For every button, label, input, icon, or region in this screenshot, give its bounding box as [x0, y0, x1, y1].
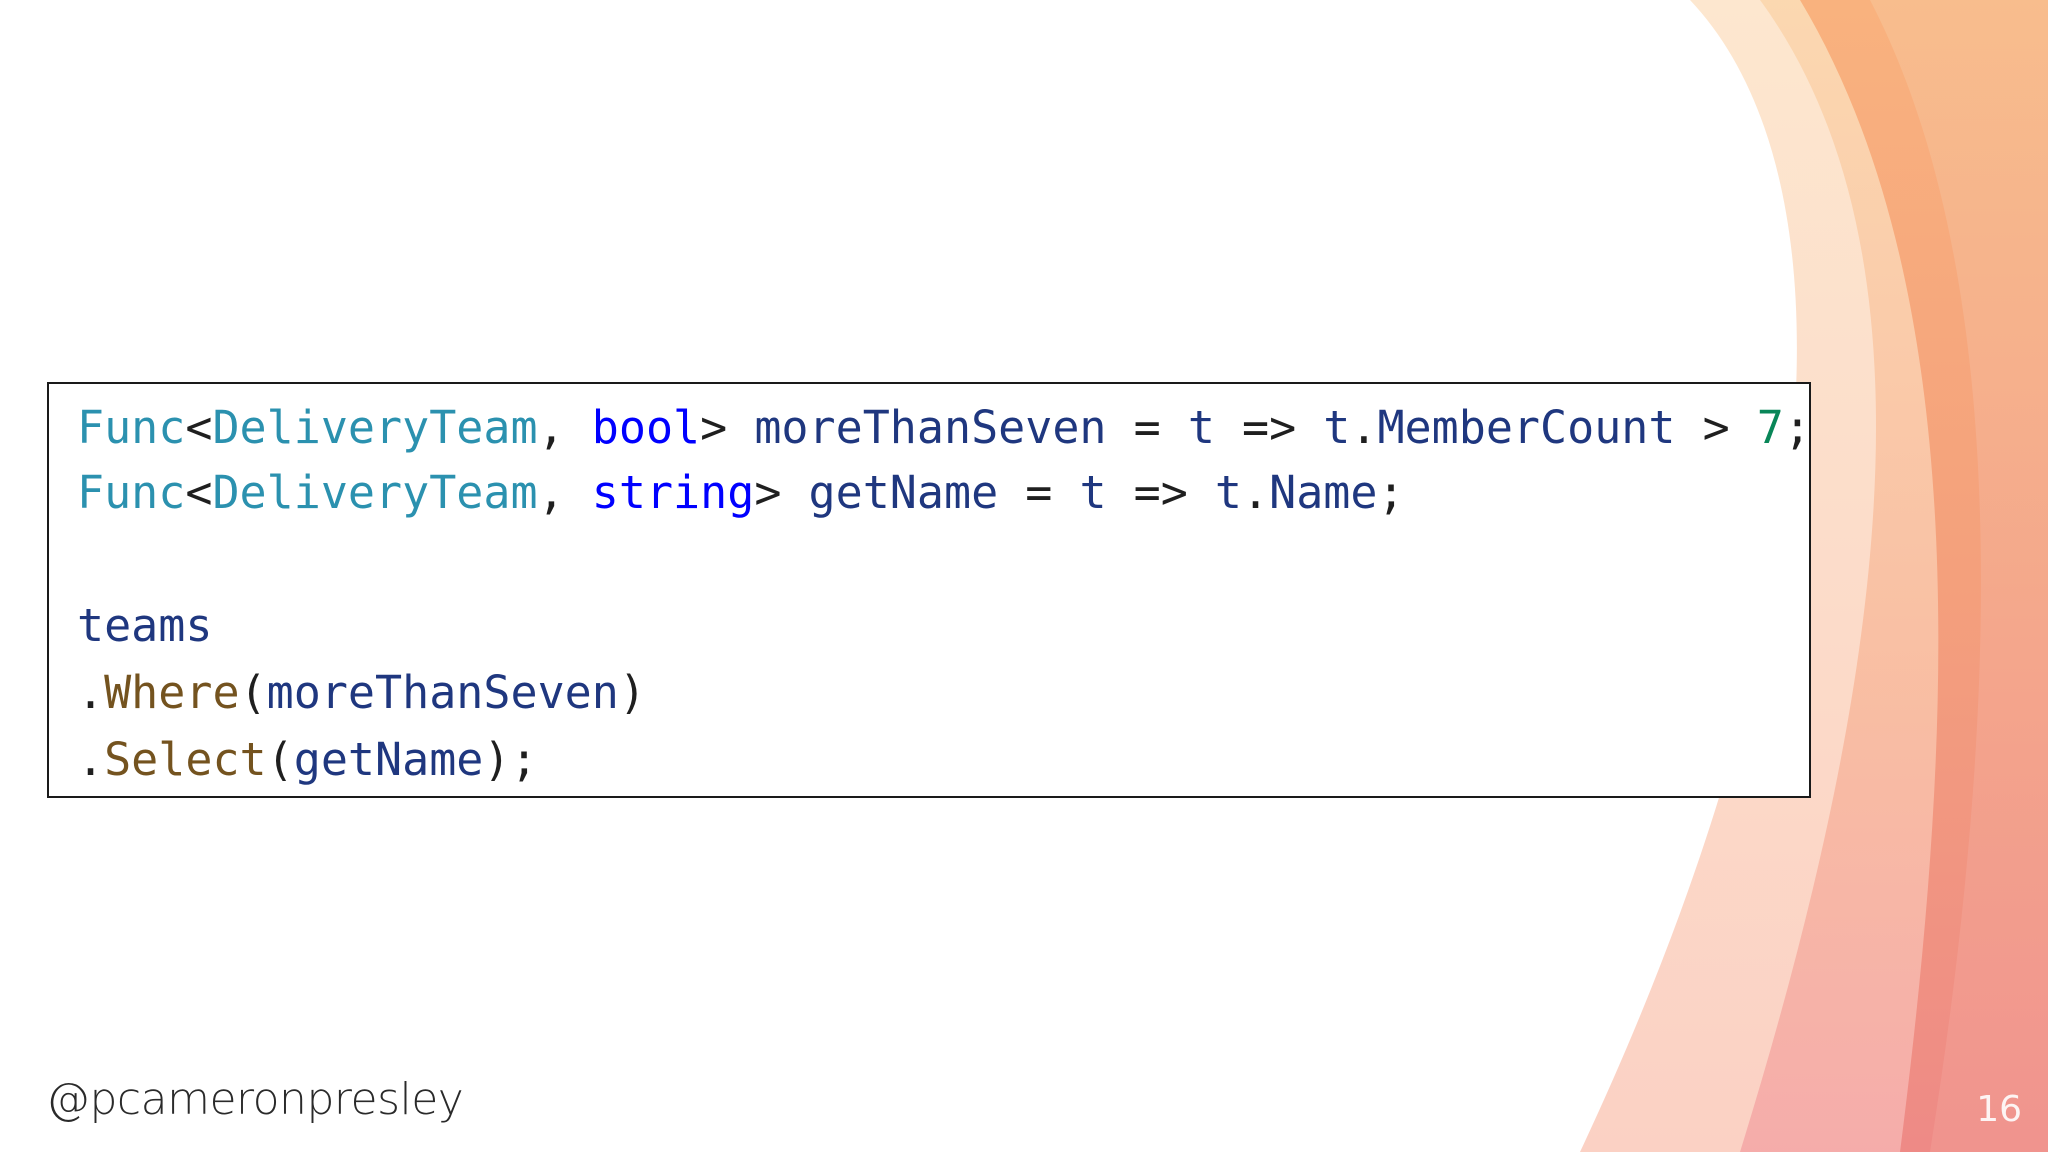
code-line: .Select(getName); [77, 730, 538, 790]
code-token-method: Select [104, 733, 267, 786]
code-token: ) [618, 666, 646, 719]
code-token: ; [1377, 466, 1405, 519]
code-token: . [77, 666, 105, 719]
code-token: ); [483, 733, 538, 786]
code-token: = [1106, 401, 1188, 454]
code-line: Func<DeliveryTeam, string> getName = t =… [77, 463, 1405, 523]
code-token-identifier: moreThanSeven [266, 666, 619, 719]
code-token-keyword: bool [591, 401, 701, 454]
code-token: . [1242, 466, 1270, 519]
code-token-identifier: t [1187, 401, 1215, 454]
slide: Func<DeliveryTeam, bool> moreThanSeven =… [0, 0, 2048, 1152]
code-token: . [77, 733, 105, 786]
code-line: teams [77, 596, 212, 656]
code-token-property: MemberCount [1377, 401, 1676, 454]
code-line: Func<DeliveryTeam, bool> moreThanSeven =… [77, 398, 1811, 458]
code-token-property: Name [1269, 466, 1378, 519]
code-token: => [1214, 401, 1324, 454]
code-line: .Where(moreThanSeven) [77, 663, 646, 723]
code-token-number: 7 [1756, 401, 1784, 454]
code-token-type: Func [77, 401, 186, 454]
code-token-identifier: t [1214, 466, 1243, 519]
code-token: , [537, 466, 592, 519]
page-number: 16 [1976, 1089, 2022, 1130]
code-token-method: Where [104, 666, 240, 719]
code-token-identifier: t [1323, 401, 1351, 454]
code-token: = [998, 466, 1080, 519]
code-token: ( [266, 733, 294, 786]
code-token-identifier: teams [77, 599, 213, 652]
code-token: > [1675, 401, 1757, 454]
code-token-type: DeliveryTeam [212, 466, 538, 519]
code-token-identifier: getName [293, 733, 484, 786]
code-token-identifier: getName [808, 466, 999, 519]
code-token-identifier: t [1079, 466, 1107, 519]
code-token: . [1350, 401, 1378, 454]
code-token-type: DeliveryTeam [212, 401, 538, 454]
code-snippet: Func<DeliveryTeam, bool> moreThanSeven =… [47, 382, 1811, 798]
code-token-identifier: moreThanSeven [754, 401, 1107, 454]
code-token: > [754, 466, 809, 519]
code-token: ( [239, 666, 267, 719]
code-token-type: Func [77, 466, 186, 519]
code-token: => [1106, 466, 1215, 519]
code-token: < [185, 401, 213, 454]
author-handle: @pcameronpresley [46, 1074, 464, 1125]
code-token: < [185, 466, 213, 519]
code-token: , [537, 401, 592, 454]
code-token: ; [1783, 401, 1811, 454]
code-token: > [700, 401, 755, 454]
code-token-keyword: string [591, 466, 755, 519]
